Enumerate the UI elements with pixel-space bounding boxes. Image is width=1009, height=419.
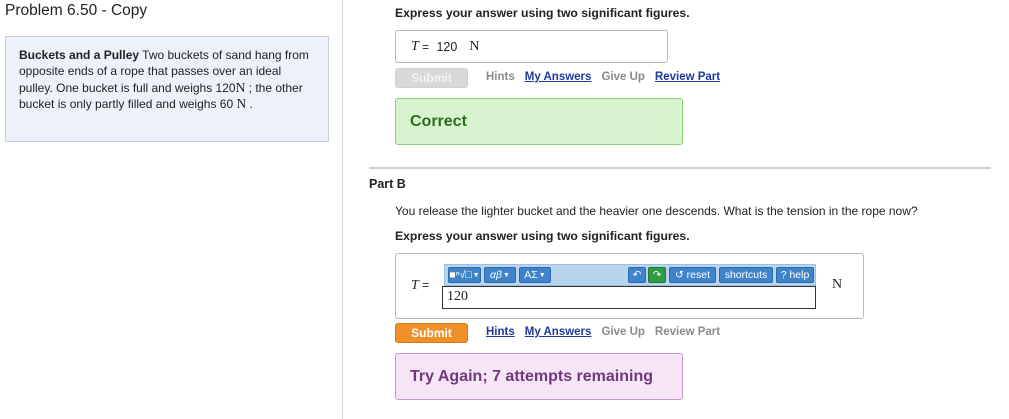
answer-variable: T [411,278,419,293]
dropdown-arrow-icon: ▼ [503,271,510,279]
dropdown-arrow-icon: ▼ [538,271,546,279]
part-a-give-up-link[interactable]: Give Up [601,71,644,83]
part-b-label: Part B [369,177,406,191]
answer-unit: N [469,38,480,54]
part-a-review-part-link[interactable]: Review Part [655,71,720,83]
unit-newton: N [236,96,247,112]
part-a-my-answers-link[interactable]: My Answers [525,71,592,83]
answer-equals: = [418,278,433,292]
part-b-review-part-link[interactable]: Review Part [655,326,720,338]
templates-icon: ■ⁿ√□ [449,269,472,281]
problem-statement: Buckets and a Pulley Two buckets of sand… [5,36,329,142]
help-button[interactable]: ? help [776,267,814,283]
part-b-submit-button[interactable]: Submit [395,323,468,343]
part-b-links: Hints My Answers Give Up Review Part [486,326,720,338]
part-b-give-up-link[interactable]: Give Up [601,326,644,338]
part-b-question: You release the lighter bucket and the h… [395,204,918,218]
greek-icon: αβ [490,269,503,281]
part-b-feedback-try-again: Try Again; 7 attempts remaining [395,353,683,400]
greek-button[interactable]: αβ ▼ [484,267,516,283]
problem-sidebar: Problem 6.50 - Copy Buckets and a Pulley… [0,0,343,419]
shortcuts-button[interactable]: shortcuts [719,267,773,283]
part-b-hints-link[interactable]: Hints [486,326,515,338]
symbols-icon: ΑΣ [524,269,538,281]
reset-button[interactable]: ↺ reset [669,267,716,283]
answer-equals: = [418,39,433,54]
problem-heading: Buckets and a Pulley [19,48,140,62]
part-a-submit-button[interactable]: Submit [395,68,468,88]
templates-button[interactable]: ■ⁿ√□ ▼ [448,267,481,283]
dropdown-arrow-icon: ▼ [472,271,480,279]
part-a-hints-link[interactable]: Hints [486,71,515,83]
unit-newton: N [235,79,246,95]
undo-button[interactable]: ↶ [628,267,646,283]
answer-input[interactable]: 120 [442,286,816,309]
answer-variable: T [411,38,419,54]
answer-label: T = [411,278,432,294]
problem-text-3: . [246,97,253,112]
symbols-button[interactable]: ΑΣ ▼ [519,267,551,283]
part-b-my-answers-link[interactable]: My Answers [525,326,592,338]
undo-icon: ↶ [632,269,642,281]
problem-title: Problem 6.50 - Copy [5,2,148,19]
part-a-instruction: Express your answer using two significan… [395,6,690,20]
answer-unit: N [832,277,843,292]
part-divider [369,167,991,169]
part-b-answer-editor: T = ■ⁿ√□ ▼ αβ ▼ ΑΣ ▼ ↶ ↷ ↺ reset shortcuts … [395,253,864,319]
answer-value: 120 [436,39,458,54]
redo-icon: ↷ [652,269,662,281]
part-a-links: Hints My Answers Give Up Review Part [486,71,720,83]
part-a-feedback-correct: Correct [395,98,683,145]
part-a-answer-display: T = 120 N [395,30,668,63]
redo-button[interactable]: ↷ [648,267,666,283]
math-toolbar: ■ⁿ√□ ▼ αβ ▼ ΑΣ ▼ ↶ ↷ ↺ reset shortcuts ? he… [444,264,816,286]
part-b-instruction: Express your answer using two significan… [395,229,690,243]
